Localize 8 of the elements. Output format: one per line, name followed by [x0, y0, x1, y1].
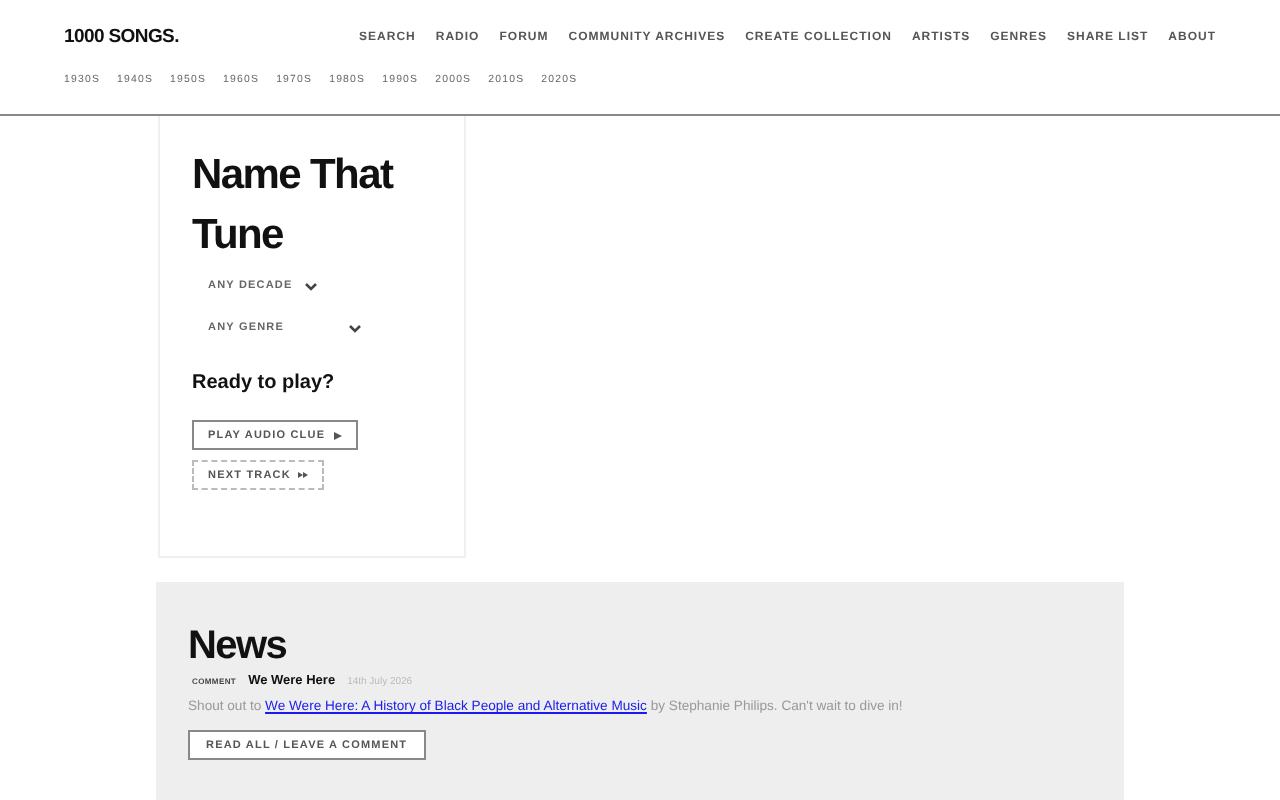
game-prompt: Ready to play? — [192, 372, 337, 394]
site-logo[interactable]: 1000 SONGS. — [64, 26, 179, 48]
chevron-down-icon — [348, 323, 362, 333]
game-title: Name That Tune — [192, 150, 396, 262]
play-icon — [333, 431, 342, 439]
next-icon — [298, 472, 309, 478]
chevron-down-icon — [304, 281, 319, 291]
news-title: News — [188, 622, 289, 670]
